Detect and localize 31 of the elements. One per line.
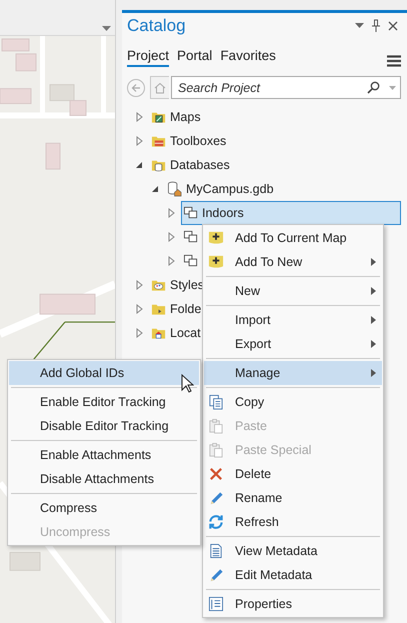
pane-title: Catalog xyxy=(127,16,187,36)
menu-item-label: Compress xyxy=(40,501,98,515)
tree-item-label: Toolboxes xyxy=(170,134,226,148)
menu-item-label: Enable Editor Tracking xyxy=(40,395,167,409)
tree-item-label: Locat xyxy=(170,326,201,340)
menu-item-label: Uncompress xyxy=(40,525,112,539)
tree-item-label: Databases xyxy=(170,158,230,172)
tree-item-label: Styles xyxy=(170,278,204,292)
tree-item-label: Indoors xyxy=(202,206,244,220)
menu-item-label: Rename xyxy=(235,491,284,505)
menu-item-label: Import xyxy=(235,313,272,327)
tree-item-label: MyCampus.gdb xyxy=(186,182,274,196)
tree-item-label: Folde xyxy=(170,302,202,316)
menu-item-label: Delete xyxy=(235,467,272,481)
menu-item-label: Add To Current Map xyxy=(235,231,348,245)
menu-item-label: Manage xyxy=(235,366,282,380)
menu-item-label: Paste xyxy=(235,419,268,433)
menu-item-label: New xyxy=(235,284,262,298)
menu-item-label: Refresh xyxy=(235,515,280,529)
menu-item-label: Add To New xyxy=(235,255,304,269)
menu-item-label: Disable Attachments xyxy=(40,472,155,486)
menu-item-label: Add Global IDs xyxy=(40,366,126,380)
menu-item-label: Paste Special xyxy=(235,443,312,457)
menu-item-label: Enable Attachments xyxy=(40,448,152,462)
menu-item-label: Export xyxy=(235,337,272,351)
menu-item-label: Copy xyxy=(235,395,266,409)
menu-item-label: Edit Metadata xyxy=(235,568,314,582)
menu-item-label: View Metadata xyxy=(235,544,318,558)
menu-item-label: Properties xyxy=(235,597,293,611)
menu-item-label: Disable Editor Tracking xyxy=(40,419,170,433)
tree-item-label: Maps xyxy=(170,110,201,124)
